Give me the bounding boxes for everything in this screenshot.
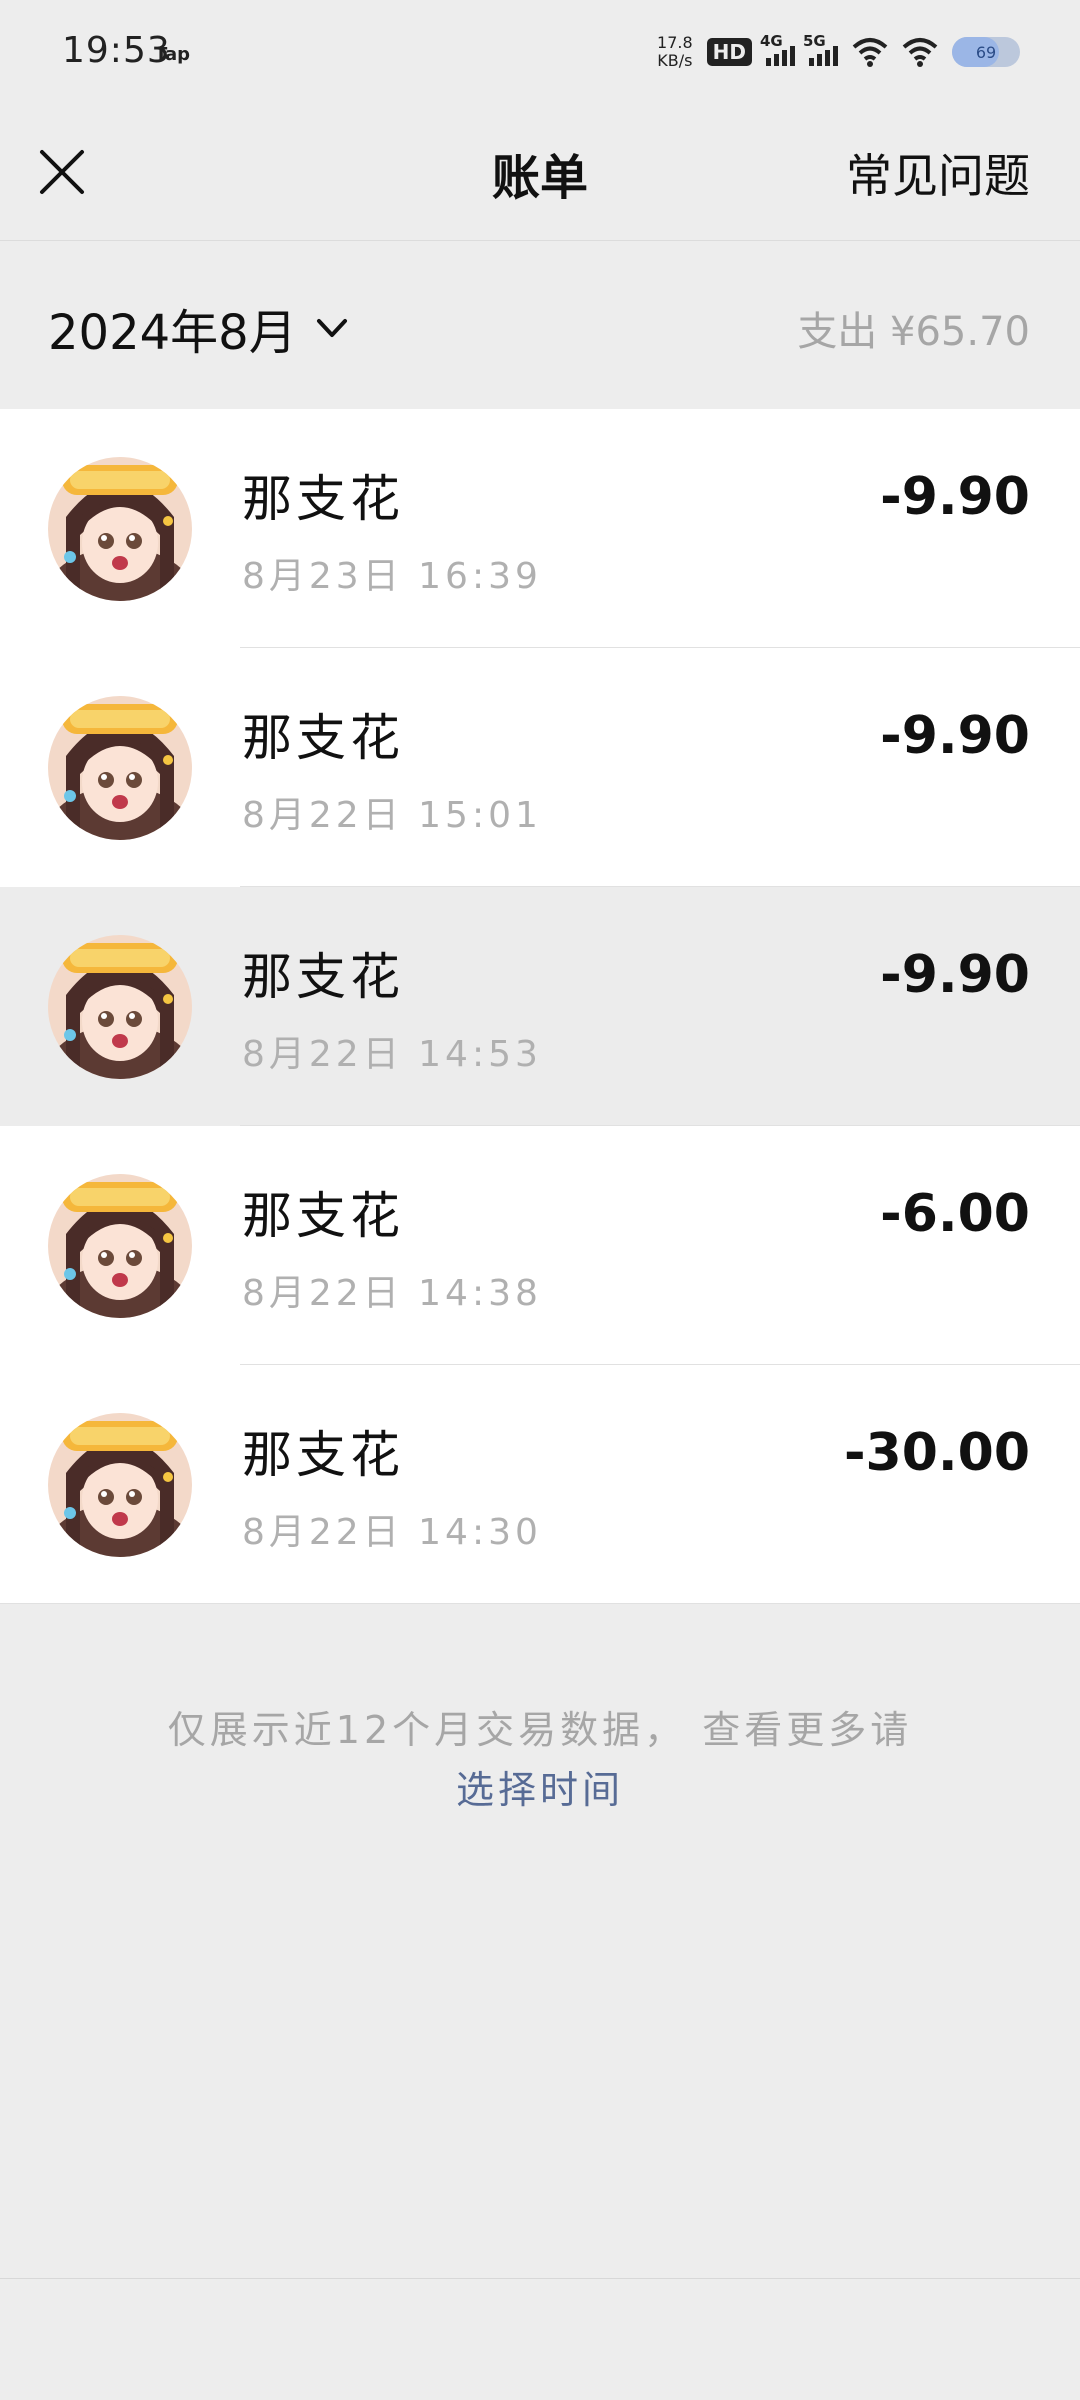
transaction-amount: -6.00 — [880, 1184, 1030, 1244]
battery-level: 69 — [975, 42, 997, 62]
signal-label-4g: 4G — [760, 32, 783, 50]
hd-icon: HD — [706, 38, 752, 66]
signal-icon: 4G — [760, 32, 795, 66]
transaction-amount: -9.90 — [880, 467, 1030, 527]
network-speed: 17.8 KB/s — [657, 34, 693, 70]
network-speed-value: 17.8 — [657, 33, 693, 52]
avatar — [48, 1174, 192, 1318]
footer-note: 仅展示近12个月交易数据， 查看更多请 选择时间 — [0, 1700, 1080, 1820]
transaction-datetime: 8月22日 14:38 — [242, 1273, 542, 1314]
merchant-name: 那支花 — [242, 1187, 404, 1245]
status-icons: 17.8 KB/s HD 4G 5G 69 — [657, 32, 1020, 70]
merchant-name: 那支花 — [242, 709, 404, 767]
month-picker[interactable]: 2024年8月 — [48, 293, 351, 363]
wifi-icon — [852, 38, 888, 67]
transaction-amount: -9.90 — [880, 706, 1030, 766]
transaction-datetime: 8月23日 16:39 — [242, 556, 542, 597]
transaction-row[interactable]: 那支花 8月22日 14:53 -9.90 — [0, 887, 1080, 1126]
select-time-link[interactable]: 选择时间 — [0, 1760, 1080, 1820]
nav-bar: 账单 常见问题 — [0, 110, 1080, 241]
signal-label-5g: 5G — [803, 32, 826, 50]
row-divider — [0, 1603, 1080, 1604]
bottom-divider — [0, 2278, 1080, 2279]
status-bar: 19:53 Tap 17.8 KB/s HD 4G 5G 69 — [0, 0, 1080, 110]
expense-summary: 支出 ¥65.70 — [797, 309, 1030, 355]
battery-icon: 69 — [952, 37, 1020, 67]
avatar — [48, 1413, 192, 1557]
wifi-icon — [902, 38, 938, 67]
transaction-datetime: 8月22日 14:30 — [242, 1512, 542, 1553]
transaction-list: 那支花 8月23日 16:39 -9.90 那支花 8月22日 15:01 -9… — [0, 409, 1080, 1604]
avatar — [48, 457, 192, 601]
faq-link[interactable]: 常见问题 — [846, 140, 1030, 206]
transaction-row[interactable]: 那支花 8月22日 14:38 -6.00 — [0, 1126, 1080, 1365]
merchant-name: 那支花 — [242, 470, 404, 528]
transaction-amount: -9.90 — [880, 945, 1030, 1005]
month-header: 2024年8月 支出 ¥65.70 — [0, 241, 1080, 409]
status-app-tag: Tap — [155, 44, 190, 65]
signal-icon: 5G — [803, 32, 838, 66]
transaction-row[interactable]: 那支花 8月23日 16:39 -9.90 — [0, 409, 1080, 648]
chevron-down-icon — [316, 319, 347, 337]
avatar — [48, 696, 192, 840]
avatar — [48, 935, 192, 1079]
month-label: 2024年8月 — [48, 305, 297, 361]
network-speed-unit: KB/s — [657, 51, 693, 70]
transaction-datetime: 8月22日 15:01 — [242, 795, 542, 836]
merchant-name: 那支花 — [242, 948, 404, 1006]
transaction-row[interactable]: 那支花 8月22日 14:30 -30.00 — [0, 1365, 1080, 1604]
transaction-datetime: 8月22日 14:53 — [242, 1034, 542, 1075]
transaction-row[interactable]: 那支花 8月22日 15:01 -9.90 — [0, 648, 1080, 887]
transaction-amount: -30.00 — [843, 1423, 1030, 1483]
footer-note-text: 仅展示近12个月交易数据， 查看更多请 — [167, 1708, 913, 1752]
merchant-name: 那支花 — [242, 1426, 404, 1484]
